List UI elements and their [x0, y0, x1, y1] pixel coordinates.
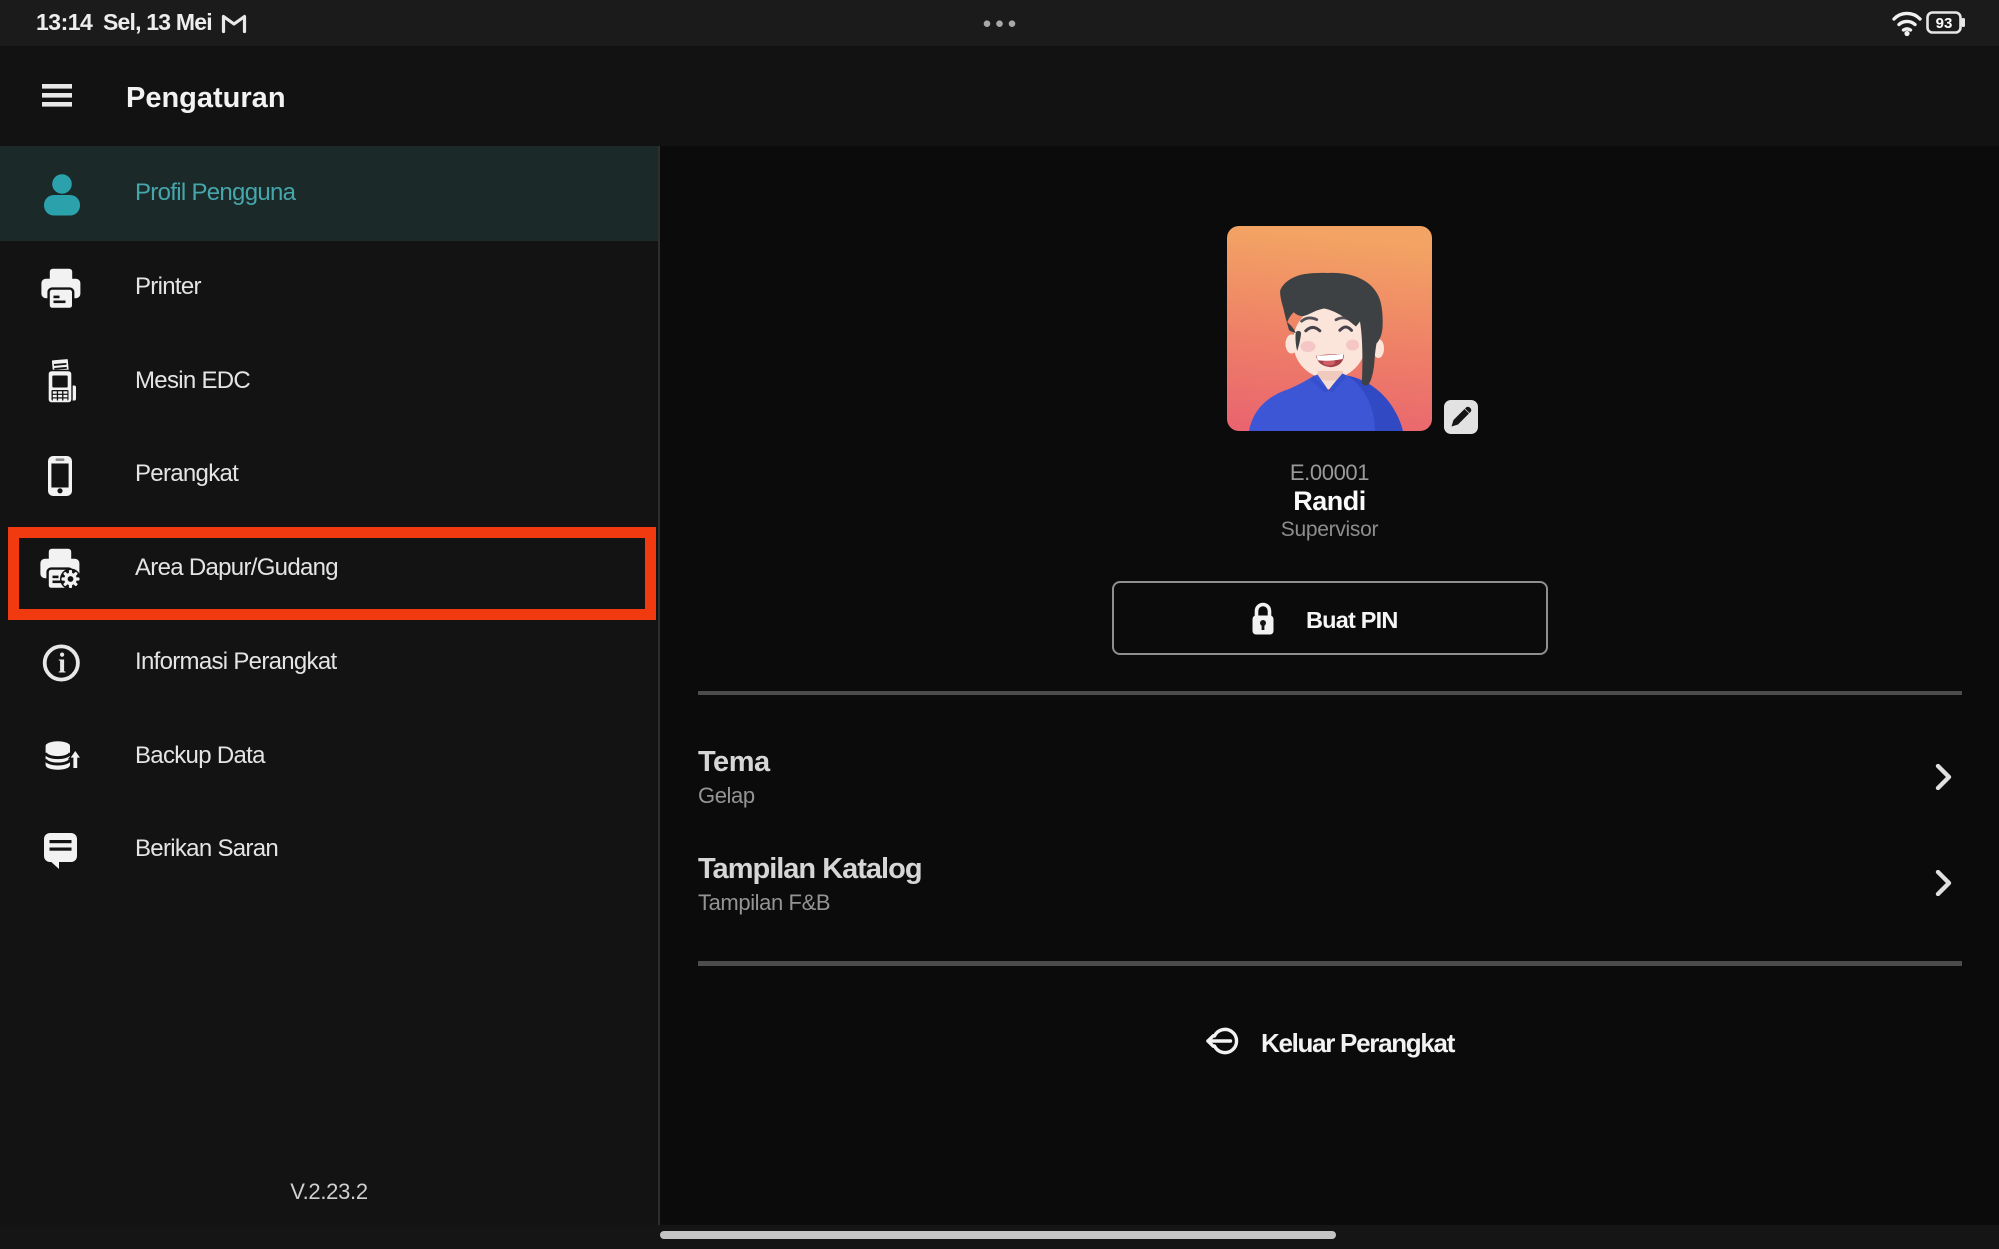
svg-text:93: 93	[1936, 15, 1953, 32]
svg-text:i: i	[58, 649, 66, 680]
